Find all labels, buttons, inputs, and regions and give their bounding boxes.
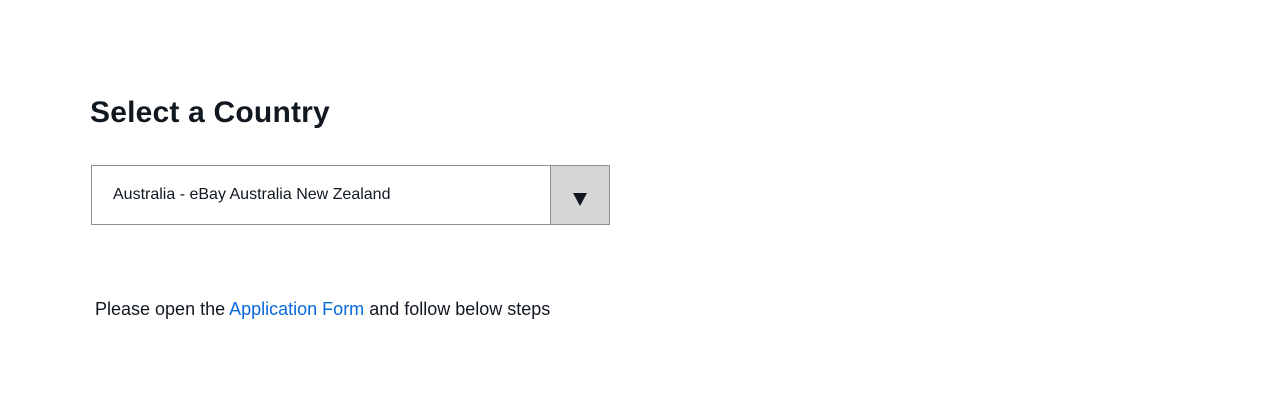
application-form-link[interactable]: Application Form <box>229 299 364 319</box>
country-select[interactable]: Australia - eBay Australia New Zealand <box>91 165 610 225</box>
country-dropdown-button[interactable] <box>550 166 609 224</box>
instruction-text: Please open the Application Form and fol… <box>95 296 550 322</box>
country-select-value: Australia - eBay Australia New Zealand <box>113 186 391 203</box>
page-title: Select a Country <box>90 96 330 129</box>
chevron-down-icon <box>573 193 587 206</box>
instruction-suffix: and follow below steps <box>364 299 551 319</box>
instruction-prefix: Please open the <box>95 299 230 319</box>
